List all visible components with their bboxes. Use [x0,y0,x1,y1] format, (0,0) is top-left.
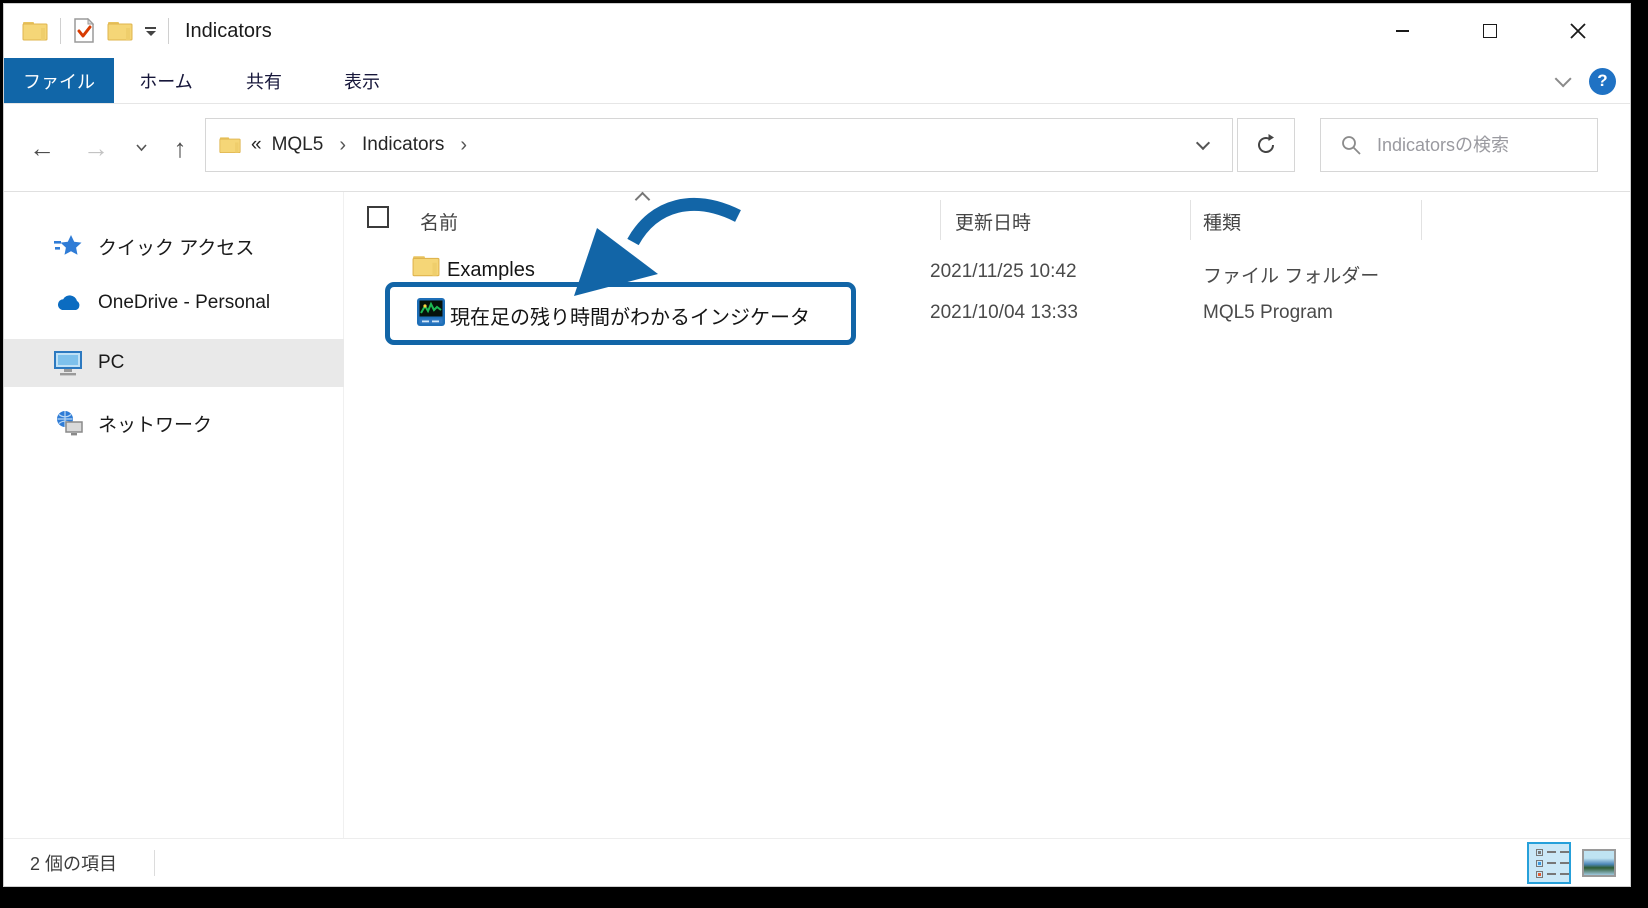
folder-icon [219,135,241,155]
folder-icon [412,254,440,278]
tab-view[interactable]: 表示 [316,58,408,103]
breadcrumb-indicators[interactable]: Indicators [362,134,444,156]
sidebar-item-onedrive[interactable]: OneDrive - Personal [4,279,344,327]
refresh-button[interactable] [1237,118,1295,172]
ribbon-right-controls: ? [1555,58,1616,104]
column-header-name[interactable]: 名前 [420,208,458,235]
toolbar-divider [168,18,169,44]
address-dropdown-chevron-icon[interactable] [1196,136,1210,150]
navigation-bar: ← → ↑ « MQL5 › Indicators › [4,104,1630,192]
folder-icon[interactable] [22,20,48,42]
network-icon [54,410,84,436]
search-box[interactable] [1320,118,1598,172]
minimize-icon [1396,30,1409,32]
details-view-button[interactable] [1527,842,1571,884]
minimize-button[interactable] [1358,4,1446,58]
breadcrumb-collapse-glyph[interactable]: « [251,134,262,156]
status-bar: 2 個の項目 [4,838,1630,886]
close-icon [1570,23,1586,39]
properties-check-icon[interactable] [73,18,95,44]
column-header-modified[interactable]: 更新日時 [955,208,1031,235]
breadcrumb-separator-icon[interactable]: › [454,134,473,157]
tab-share[interactable]: 共有 [218,58,310,103]
sidebar-item-label: ネットワーク [98,410,212,437]
search-icon [1341,135,1361,155]
sidebar-item-network[interactable]: ネットワーク [4,399,344,447]
sidebar-item-label: OneDrive - Personal [98,292,270,314]
thumbnail-view-button[interactable] [1582,849,1616,877]
annotation-arrow-icon [549,192,759,307]
column-divider[interactable] [940,200,941,240]
file-name[interactable]: Examples [447,259,535,282]
forward-button[interactable]: → [76,104,116,192]
breadcrumb-separator-icon[interactable]: › [333,134,352,157]
title-bar: Indicators [4,4,1630,58]
content-area: クイック アクセス OneDrive - Personal PC [4,192,1630,838]
ribbon-tabs: ファイル ホーム 共有 表示 [4,58,1630,104]
status-divider [154,850,155,876]
close-button[interactable] [1534,4,1622,58]
column-divider[interactable] [1421,200,1422,240]
column-header-type[interactable]: 種類 [1203,208,1241,235]
refresh-icon [1255,134,1277,156]
select-all-checkbox[interactable] [367,206,389,228]
sidebar-item-label: PC [98,352,124,374]
maximize-button[interactable] [1446,4,1534,58]
file-list: 名前 更新日時 種類 Examples 2021/11/25 10:42 ファイ… [355,192,1630,838]
navigation-pane: クイック アクセス OneDrive - Personal PC [4,192,344,838]
tab-file[interactable]: ファイル [4,58,114,103]
file-type: ファイル フォルダー [1203,261,1379,288]
address-bar[interactable]: « MQL5 › Indicators › [205,118,1233,172]
sidebar-item-pc[interactable]: PC [4,339,344,387]
back-button[interactable]: ← [22,104,62,192]
file-type: MQL5 Program [1203,302,1333,324]
recent-locations-chevron-icon[interactable] [126,104,156,192]
quick-access-toolbar: Indicators [22,4,272,58]
new-folder-icon[interactable] [107,20,133,42]
pc-monitor-icon [54,350,84,376]
explorer-window: Indicators ファイル ホーム 共有 表示 ? ← → ↑ [4,4,1630,886]
item-count: 2 個の項目 [30,839,117,886]
file-modified: 2021/11/25 10:42 [930,261,1077,283]
column-divider[interactable] [1190,200,1191,240]
maximize-icon [1483,24,1497,38]
window-title: Indicators [185,20,272,43]
search-input[interactable] [1377,135,1577,156]
sidebar-item-label: クイック アクセス [98,233,254,260]
expand-ribbon-chevron-icon[interactable] [1555,70,1572,87]
file-modified: 2021/10/04 13:33 [930,302,1078,324]
customize-toolbar-chevron-icon[interactable] [145,27,156,36]
window-controls [1358,4,1622,58]
help-button[interactable]: ? [1589,68,1616,95]
breadcrumb-mql5[interactable]: MQL5 [272,134,324,156]
tab-home[interactable]: ホーム [120,58,212,103]
onedrive-cloud-icon [54,293,84,313]
quick-access-star-icon [54,233,84,259]
sidebar-item-quick-access[interactable]: クイック アクセス [4,222,344,270]
toolbar-divider [60,18,61,44]
up-button[interactable]: ↑ [160,104,200,192]
